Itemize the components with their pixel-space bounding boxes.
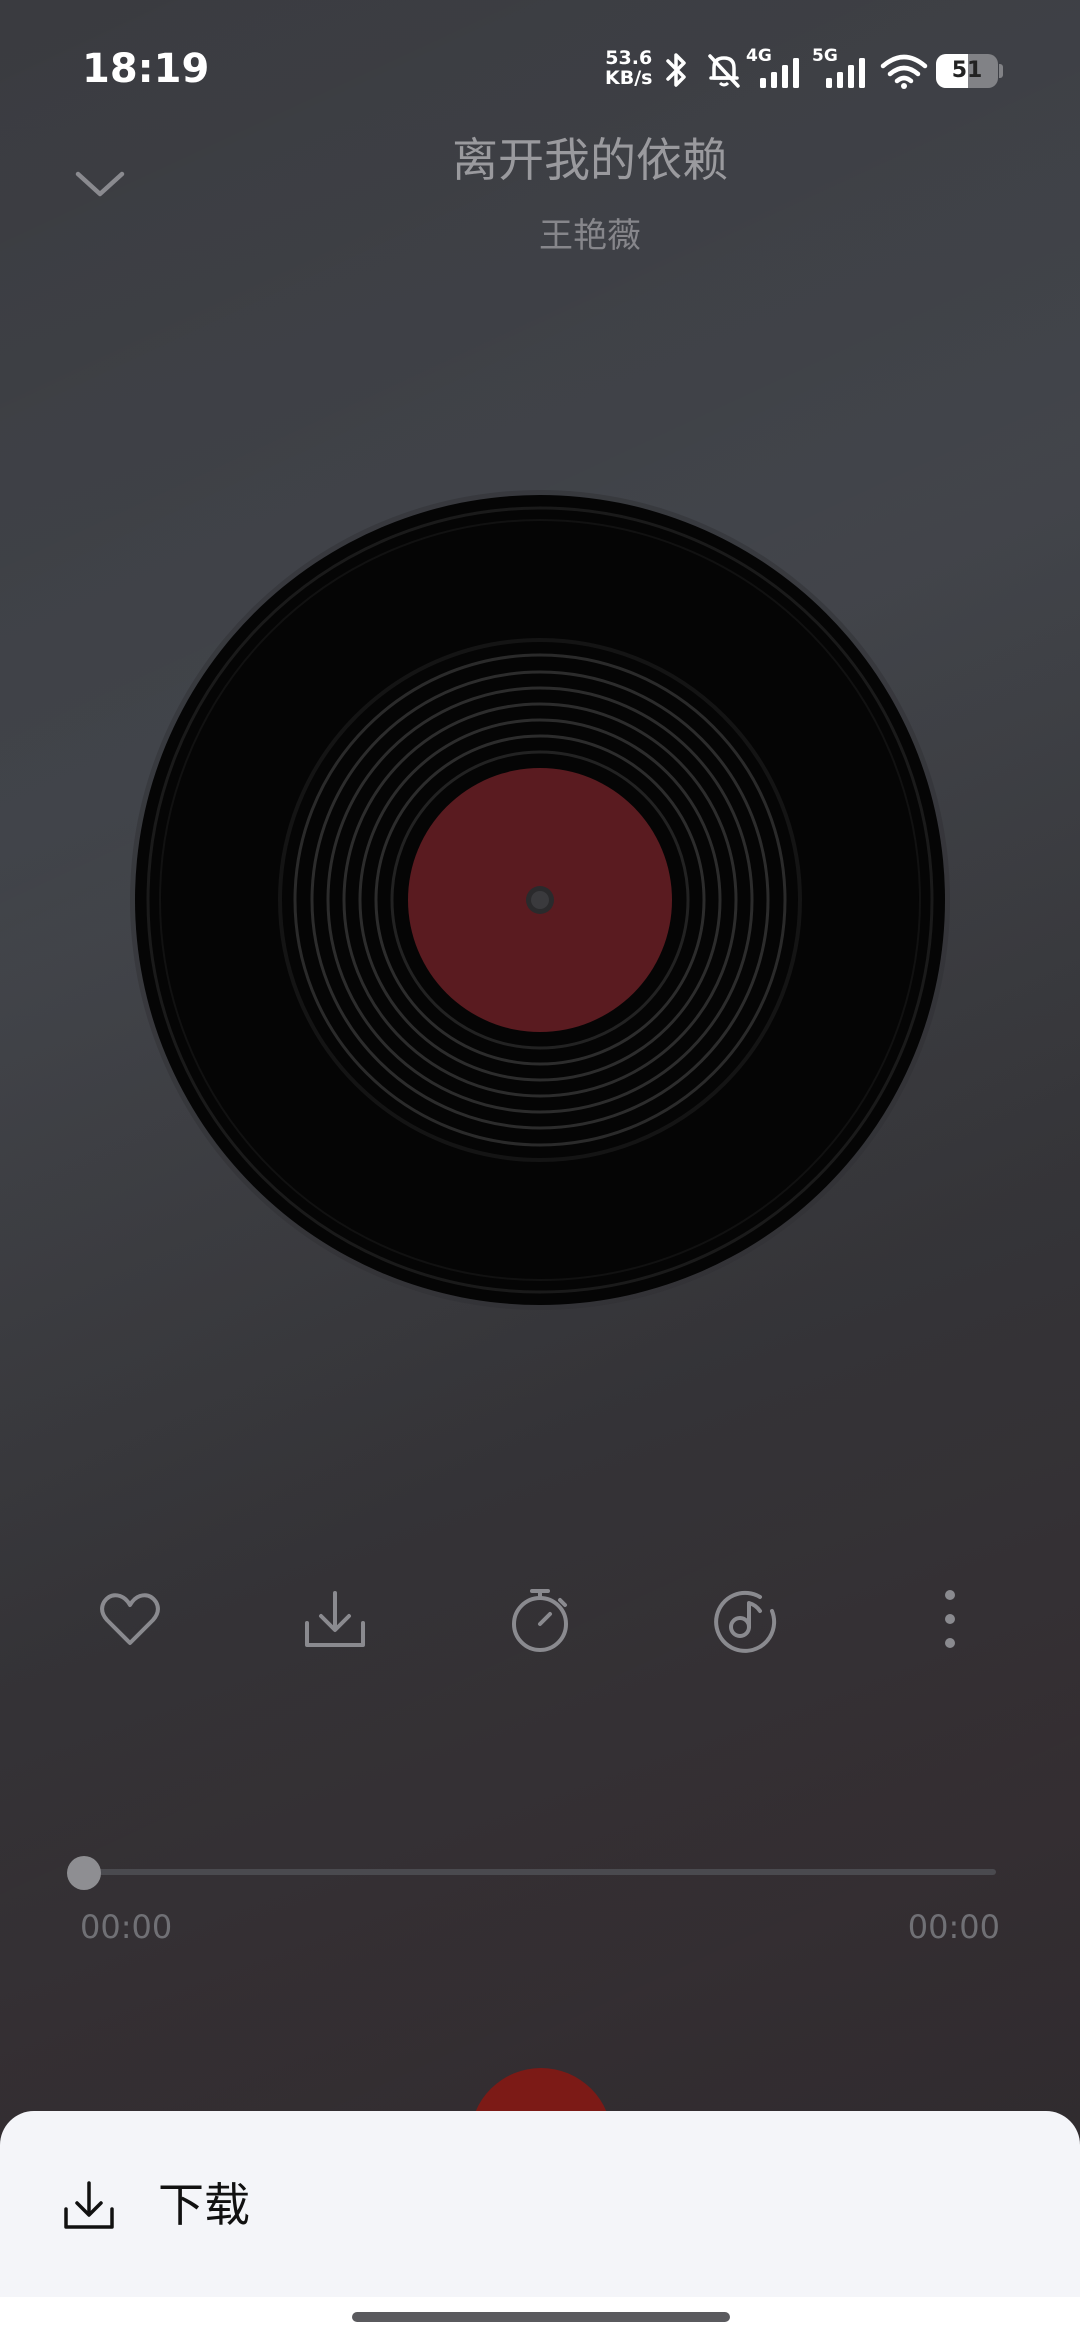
battery-tip bbox=[999, 64, 1003, 78]
bottom-sheet: 下载 bbox=[0, 2111, 1080, 2297]
status-bar: 18:19 53.6 KB/s 4G 5G 51 bbox=[0, 0, 1080, 140]
home-indicator[interactable] bbox=[352, 2312, 730, 2322]
music-note-icon[interactable] bbox=[710, 1585, 780, 1655]
song-title: 离开我的依赖 bbox=[452, 133, 728, 187]
network-speed-value: 53.6 bbox=[605, 47, 653, 69]
download-label: 下载 bbox=[158, 2178, 250, 2232]
download-option[interactable]: 下载 bbox=[60, 2159, 1020, 2249]
vinyl-record[interactable] bbox=[130, 490, 950, 1310]
wifi-icon bbox=[880, 54, 928, 89]
signal-5g-icon bbox=[826, 58, 865, 88]
timer-icon[interactable] bbox=[505, 1585, 575, 1655]
artist-name: 王艳薇 bbox=[539, 216, 641, 256]
heart-icon[interactable] bbox=[95, 1585, 165, 1655]
progress-track[interactable] bbox=[84, 1869, 996, 1875]
signal-4g-icon bbox=[760, 58, 799, 88]
current-time: 00:00 bbox=[80, 1908, 173, 1946]
progress-knob[interactable] bbox=[67, 1856, 101, 1890]
mute-bell-icon bbox=[708, 54, 740, 88]
battery-icon: 51 bbox=[936, 54, 998, 88]
download-icon[interactable] bbox=[300, 1585, 370, 1655]
status-time: 18:19 bbox=[82, 46, 210, 92]
more-vertical-icon[interactable] bbox=[915, 1585, 985, 1655]
battery-level: 51 bbox=[951, 58, 983, 83]
bluetooth-icon bbox=[666, 53, 686, 87]
download-icon bbox=[64, 2181, 114, 2229]
network-speed: 53.6 KB/s bbox=[605, 48, 652, 88]
network-speed-unit: KB/s bbox=[605, 67, 653, 89]
total-time: 00:00 bbox=[907, 1908, 1000, 1946]
